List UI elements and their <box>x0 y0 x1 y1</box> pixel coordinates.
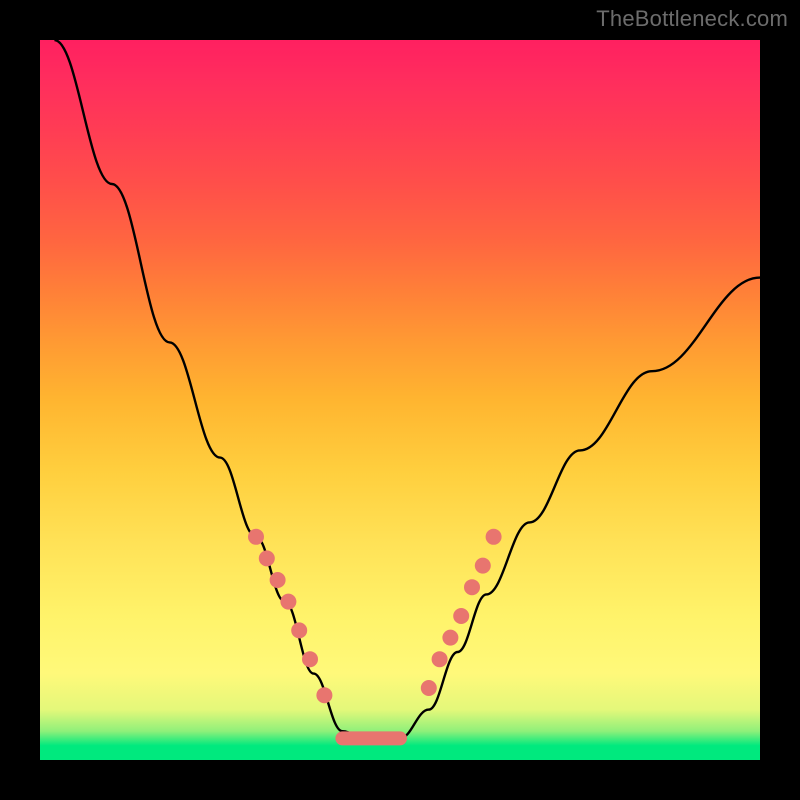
plot-area <box>40 40 760 760</box>
highlight-dot <box>486 529 502 545</box>
watermark-text: TheBottleneck.com <box>596 6 788 32</box>
highlight-dots-right <box>421 529 502 696</box>
highlight-dot <box>421 680 437 696</box>
highlight-dot <box>270 572 286 588</box>
bottleneck-curve <box>54 40 760 738</box>
chart-frame: TheBottleneck.com <box>0 0 800 800</box>
highlight-dot <box>464 579 480 595</box>
highlight-dot <box>432 651 448 667</box>
highlight-dot <box>302 651 318 667</box>
curve-svg <box>40 40 760 760</box>
highlight-dot <box>453 608 469 624</box>
highlight-dot <box>316 687 332 703</box>
highlight-dot <box>291 622 307 638</box>
highlight-dot <box>248 529 264 545</box>
highlight-dot <box>442 630 458 646</box>
highlight-dot <box>280 594 296 610</box>
highlight-dot <box>259 550 275 566</box>
highlight-dot <box>475 558 491 574</box>
